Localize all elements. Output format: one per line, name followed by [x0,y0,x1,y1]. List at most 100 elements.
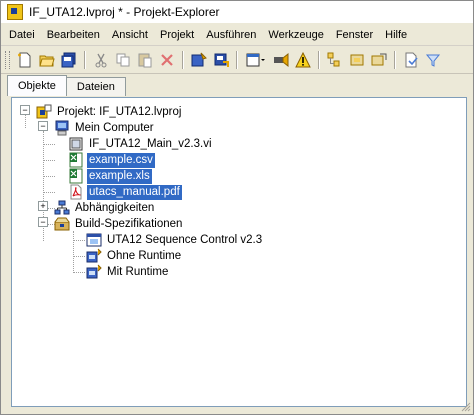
expand-tree-icon [327,52,340,67]
tree-line [73,240,85,241]
vi-icon [69,137,83,151]
window-title: IF_UTA12.lvproj * - Projekt-Explorer [29,5,220,19]
tree-line [43,160,55,161]
resize-grip-icon[interactable] [461,402,471,412]
tab-objekte[interactable]: Objekte [7,75,67,96]
properties-icon [371,53,387,66]
tree-item-label: IF_UTA12_Main_v2.3.vi [89,137,212,150]
tree-item-build-specs[interactable]: Build-Spezifikationen [54,216,184,232]
collapse-all-button[interactable] [347,50,367,70]
collapse-toggle[interactable]: − [38,121,48,131]
toolbar-grip[interactable] [5,51,10,69]
warning-icon [295,52,311,68]
open-button[interactable] [37,50,57,70]
menu-hilfe[interactable]: Hilfe [379,25,413,45]
menu-bar: Datei Bearbeiten Ansicht Projekt Ausführ… [1,25,473,46]
labview-project-icon [7,4,23,20]
filter-button[interactable] [423,50,443,70]
tree-item-example-xls[interactable]: example.xls [68,168,152,184]
cut-button[interactable] [91,50,111,70]
tree-item-example-csv[interactable]: example.csv [68,152,155,168]
delete-button[interactable] [157,50,177,70]
tree-line [73,256,85,257]
expand-all-button[interactable] [325,50,345,70]
scissors-icon [95,53,107,68]
view-tabs: Objekte Dateien [7,75,126,97]
paste-icon [138,53,152,68]
tree-item-dependencies[interactable]: Abhängigkeiten [54,200,156,216]
save-all-button[interactable] [59,50,79,70]
project-explorer-window: IF_UTA12.lvproj * - Projekt-Explorer Dat… [0,0,474,415]
excel-file-icon [69,152,83,168]
properties-button[interactable] [369,50,389,70]
tree-line [43,192,55,193]
project-icon [36,104,52,119]
build-specs-icon [54,217,70,231]
tree-line [43,144,55,145]
add-vi-button[interactable] [401,50,421,70]
tree-item-label: example.csv [87,152,155,168]
collapse-toggle[interactable]: − [38,217,48,227]
tree-item-label: Projekt: IF_UTA12.lvproj [57,105,182,118]
project-tree[interactable]: − Projekt: IF_UTA12.lvproj − Mein Comput… [11,97,467,407]
copy-icon [116,53,130,67]
probe-button[interactable] [271,50,291,70]
open-folder-icon [39,55,55,67]
menu-bearbeiten[interactable]: Bearbeiten [41,25,106,45]
menu-ansicht[interactable]: Ansicht [106,25,154,45]
tree-item-label: example.xls [87,168,152,184]
build-button[interactable] [189,50,209,70]
expand-toggle[interactable]: + [38,201,48,211]
build-icon [191,52,207,67]
application-icon [86,233,102,247]
view-options-button[interactable] [243,50,269,70]
menu-fenster[interactable]: Fenster [330,25,379,45]
menu-datei[interactable]: Datei [1,25,41,45]
tree-item-label: Mit Runtime [107,265,169,278]
copy-button[interactable] [113,50,133,70]
excel-file-icon [69,168,83,184]
tree-item-my-computer[interactable]: Mein Computer [54,120,156,136]
tree-item-main-vi[interactable]: IF_UTA12_Main_v2.3.vi [68,136,214,152]
new-button[interactable] [15,50,35,70]
menu-projekt[interactable]: Projekt [154,25,200,45]
paste-button[interactable] [135,50,155,70]
tree-item-label: Mein Computer [75,121,154,134]
toolbar-separator [318,51,320,69]
tree-item-label: UTA12 Sequence Control v2.3 [107,233,263,246]
tree-item-uta12-sequence-control[interactable]: UTA12 Sequence Control v2.3 [86,232,264,248]
tree-line [73,272,85,273]
tree-item-label: utacs_manual.pdf [87,184,182,200]
collapse-tree-icon [350,54,364,66]
deploy-button[interactable] [211,50,231,70]
tree-item-label: Abhängigkeiten [75,201,155,214]
menu-werkzeuge[interactable]: Werkzeuge [262,25,329,45]
toolbar-separator [182,51,184,69]
title-bar[interactable]: IF_UTA12.lvproj * - Projekt-Explorer [1,1,473,23]
tree-item-utacs-manual-pdf[interactable]: utacs_manual.pdf [68,184,182,200]
tree-item-label: Ohne Runtime [107,249,182,262]
vi-add-icon [405,52,418,68]
toolbar-separator [84,51,86,69]
new-file-icon [18,52,31,68]
installer-icon [86,264,102,279]
tab-dateien[interactable]: Dateien [65,77,126,96]
menu-ausfuehren[interactable]: Ausführen [200,25,262,45]
warning-button[interactable] [293,50,313,70]
tree-line [73,231,74,273]
tree-item-label: Build-Spezifikationen [75,217,183,230]
view-list-icon [246,53,265,67]
dependencies-icon [54,200,70,215]
collapse-toggle[interactable]: − [20,105,30,115]
tree-item-mit-runtime[interactable]: Mit Runtime [86,264,170,280]
toolbar [1,47,473,74]
tree-item-ohne-runtime[interactable]: Ohne Runtime [86,248,183,264]
tree-line [43,176,55,177]
toolbar-separator [394,51,396,69]
toolbar-separator [236,51,238,69]
computer-icon [55,120,69,136]
tree-item-project[interactable]: Projekt: IF_UTA12.lvproj [36,104,183,120]
probe-icon [274,52,289,68]
tree-line [25,114,26,128]
installer-icon [86,248,102,263]
